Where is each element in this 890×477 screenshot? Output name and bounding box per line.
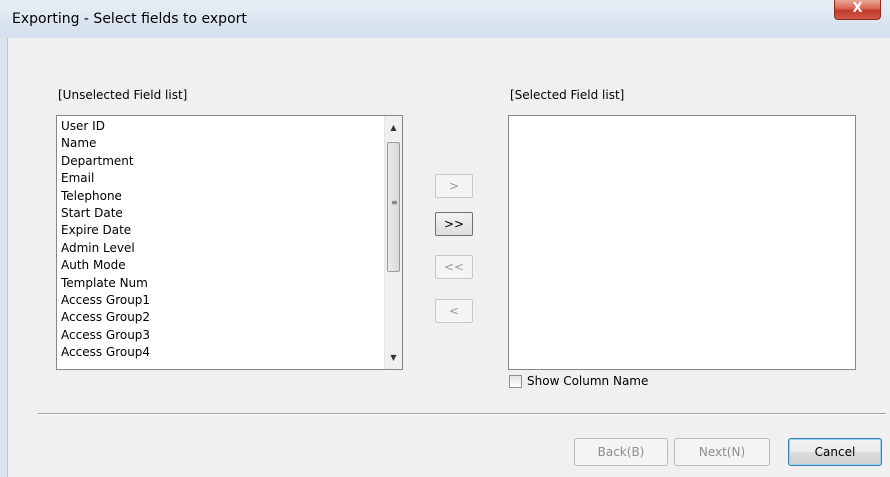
show-column-name-checkbox[interactable] — [509, 375, 522, 388]
unselected-items: User ID Name Department Email Telephone Start… — [61, 118, 150, 361]
footer-separator — [38, 413, 886, 415]
selected-field-list[interactable] — [508, 115, 856, 370]
list-item[interactable]: Access Group3 — [61, 327, 150, 344]
list-item[interactable]: Access Group2 — [61, 309, 150, 326]
list-item[interactable]: Access Group4 — [61, 344, 150, 361]
window-title: Exporting - Select fields to export — [12, 11, 247, 27]
selected-list-label: [Selected Field list] — [510, 88, 625, 102]
list-item[interactable]: Expire Date — [61, 222, 150, 239]
unselected-field-list[interactable]: User ID Name Department Email Telephone Start… — [56, 115, 403, 370]
cancel-button[interactable]: Cancel — [788, 438, 882, 466]
list-item[interactable]: Name — [61, 135, 150, 152]
remove-selected-button[interactable]: < — [435, 299, 473, 323]
list-item[interactable]: User ID — [61, 118, 150, 135]
list-item[interactable]: Telephone — [61, 188, 150, 205]
window-left-border — [0, 38, 8, 477]
list-item[interactable]: Template Num — [61, 275, 150, 292]
scroll-thumb[interactable]: ≡ — [387, 142, 400, 272]
scroll-up-icon[interactable]: ▲ — [385, 119, 402, 136]
add-selected-button[interactable]: > — [435, 174, 473, 198]
back-button[interactable]: Back(B) — [574, 438, 668, 466]
add-all-button[interactable]: >> — [435, 212, 473, 236]
grip-icon: ≡ — [391, 198, 398, 207]
unselected-list-label: [Unselected Field list] — [58, 88, 188, 102]
next-button[interactable]: Next(N) — [674, 438, 770, 466]
list-item[interactable]: Email — [61, 170, 150, 187]
list-item[interactable]: Department — [61, 153, 150, 170]
list-item[interactable]: Auth Mode — [61, 257, 150, 274]
scroll-down-icon[interactable]: ▼ — [385, 349, 402, 366]
unselected-scrollbar[interactable]: ▲ ≡ ▼ — [384, 116, 402, 369]
list-item[interactable]: Start Date — [61, 205, 150, 222]
show-column-name-label[interactable]: Show Column Name — [527, 374, 648, 388]
remove-all-button[interactable]: << — [435, 255, 473, 279]
close-button[interactable]: X — [834, 0, 881, 20]
list-item[interactable]: Admin Level — [61, 240, 150, 257]
list-item[interactable]: Access Group1 — [61, 292, 150, 309]
title-bar: Exporting - Select fields to export X — [0, 0, 890, 38]
